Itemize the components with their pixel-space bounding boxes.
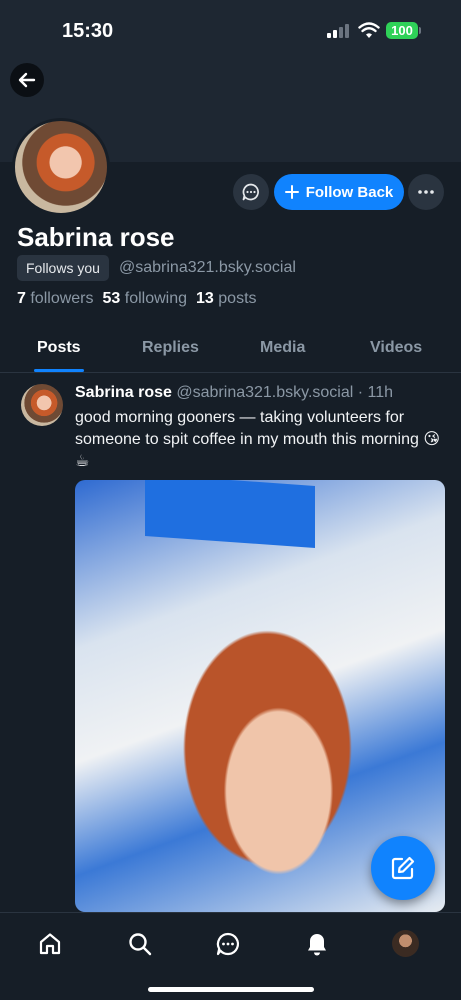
following-stat[interactable]: 53 following — [103, 290, 188, 308]
tab-videos[interactable]: Videos — [370, 339, 422, 357]
more-options-button[interactable] — [408, 174, 444, 210]
battery-indicator: 100 — [386, 22, 418, 39]
post-author-handle: @sabrina321.bsky.social — [176, 384, 354, 401]
tab-replies[interactable]: Replies — [142, 339, 199, 357]
tab-posts[interactable]: Posts — [37, 339, 81, 357]
signal-icon — [327, 24, 351, 38]
battery-tip — [419, 27, 421, 34]
chat-bubble-icon — [242, 183, 259, 201]
profile-avatar[interactable] — [12, 118, 110, 216]
compose-button[interactable] — [371, 836, 435, 900]
profile-stats: 7 followers 53 following 13 posts — [17, 290, 257, 308]
post-separator: · — [357, 384, 364, 401]
plus-icon — [284, 185, 299, 199]
follow-back-label: Follow Back — [305, 183, 394, 201]
posts-stat: 13 posts — [196, 290, 257, 307]
status-bar: 15:30 100 — [0, 0, 461, 60]
back-button[interactable] — [10, 63, 44, 97]
profile-tabs: Posts Replies Media Videos — [0, 327, 461, 373]
tab-media[interactable]: Media — [260, 339, 305, 357]
chat-icon[interactable] — [213, 929, 243, 959]
wifi-icon — [358, 22, 380, 38]
status-time: 15:30 — [62, 20, 114, 42]
profile-avatar-nav[interactable] — [392, 930, 419, 957]
follows-you-badge: Follows you — [17, 255, 109, 281]
home-indicator — [148, 987, 314, 992]
home-icon[interactable] — [35, 929, 65, 959]
bell-icon[interactable] — [302, 929, 332, 959]
follow-back-button[interactable]: Follow Back — [274, 174, 404, 210]
post-text: good morning gooners — taking volunteers… — [75, 409, 440, 470]
profile-handle: @sabrina321.bsky.social — [119, 259, 296, 276]
message-button[interactable] — [233, 174, 269, 210]
post-author-name[interactable]: Sabrina rose — [75, 384, 172, 401]
ellipsis-icon — [418, 190, 434, 194]
post-timestamp: 11h — [367, 384, 394, 401]
post-header: Sabrina rose @sabrina321.bsky.social · 1… — [75, 384, 393, 402]
active-tab-indicator — [34, 369, 84, 372]
arrow-left-icon — [18, 72, 36, 88]
image-blue-block — [145, 480, 315, 548]
followers-stat[interactable]: 7 followers — [17, 290, 94, 308]
post-author-avatar[interactable] — [21, 384, 63, 426]
pencil-square-icon — [391, 856, 415, 880]
display-name: Sabrina rose — [17, 222, 175, 252]
search-icon[interactable] — [125, 929, 155, 959]
